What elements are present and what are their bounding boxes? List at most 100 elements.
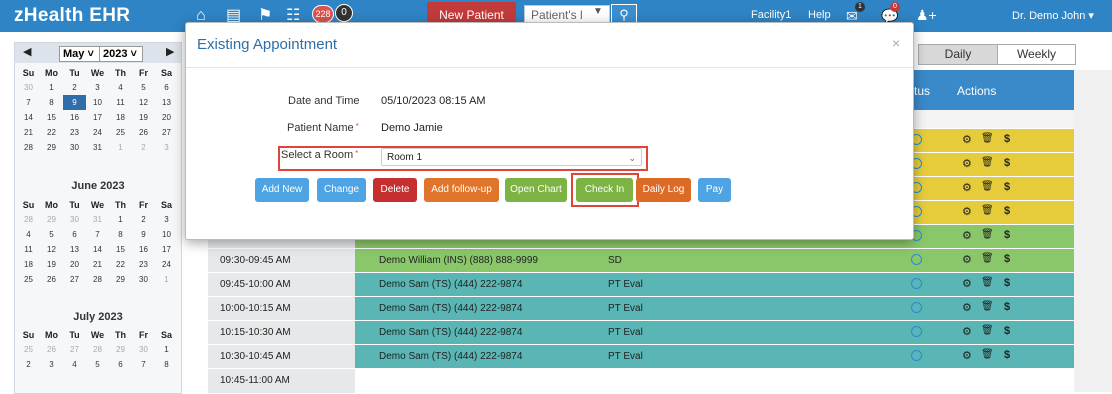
- open-chart-button[interactable]: Open Chart: [505, 178, 567, 202]
- calendar-day[interactable]: 26: [132, 125, 155, 140]
- calendar-day[interactable]: 24: [86, 125, 109, 140]
- schedule-row[interactable]: 10:00-10:15 AM Demo Sam (TS) (444) 222-98…: [208, 296, 1074, 321]
- calendar-day[interactable]: 9: [132, 227, 155, 242]
- calendar-day[interactable]: 1: [155, 272, 178, 287]
- daily-log-button[interactable]: Daily Log: [636, 178, 691, 202]
- calendar-day[interactable]: 1: [109, 140, 132, 155]
- calendar-day[interactable]: 28: [17, 212, 40, 227]
- dollar-icon[interactable]: $: [1004, 349, 1010, 361]
- time-slot[interactable]: 09:45-10:00 AM: [208, 273, 355, 297]
- trash-icon[interactable]: 🗑: [981, 253, 994, 264]
- calendar-day[interactable]: 4: [63, 357, 86, 372]
- trash-icon[interactable]: 🗑: [981, 133, 994, 144]
- check-in-button[interactable]: Check In: [576, 178, 633, 202]
- calendar-day[interactable]: 30: [132, 342, 155, 357]
- calendar-day[interactable]: 1: [109, 212, 132, 227]
- appointment-patient[interactable]: Demo Sam (TS) (444) 222-9874: [379, 321, 522, 345]
- chevron-down-icon[interactable]: ▼: [593, 6, 603, 17]
- calendar-day[interactable]: 21: [86, 257, 109, 272]
- calendar-day[interactable]: 6: [109, 357, 132, 372]
- calendar-day[interactable]: 27: [155, 125, 178, 140]
- time-slot[interactable]: 10:15-10:30 AM: [208, 321, 355, 345]
- daily-view-button[interactable]: Daily: [919, 45, 997, 64]
- calendar-day[interactable]: 25: [17, 342, 40, 357]
- calendar-day[interactable]: 26: [40, 272, 63, 287]
- pay-button[interactable]: Pay: [698, 178, 731, 202]
- room-select[interactable]: Room 1 ⌄: [381, 148, 642, 166]
- appointment-cell[interactable]: Demo Sam (TS) (444) 222-9874 PT Eval: [355, 321, 908, 345]
- calendar-day[interactable]: 13: [63, 242, 86, 257]
- time-slot[interactable]: 10:30-10:45 AM: [208, 345, 355, 369]
- appointment-cell[interactable]: [355, 369, 908, 393]
- user-menu[interactable]: Dr. Demo John ▾: [1012, 9, 1094, 22]
- trash-icon[interactable]: 🗑: [981, 205, 994, 216]
- status-circle-icon[interactable]: [911, 278, 922, 289]
- calendar-day[interactable]: 15: [40, 110, 63, 125]
- calendar-day[interactable]: 25: [17, 272, 40, 287]
- calendar-day[interactable]: 22: [109, 257, 132, 272]
- calendar-day[interactable]: 20: [155, 110, 178, 125]
- calendar-day[interactable]: 14: [86, 242, 109, 257]
- appointment-cell[interactable]: Demo Sam (TS) (444) 222-9874 PT Eval: [355, 297, 908, 321]
- notifications-badge[interactable]: 228: [312, 5, 334, 23]
- calendar-day[interactable]: 17: [155, 242, 178, 257]
- calendar-day[interactable]: 23: [63, 125, 86, 140]
- calendar-day[interactable]: 9: [63, 95, 86, 110]
- calendar-day[interactable]: 1: [155, 342, 178, 357]
- calendar-day[interactable]: 16: [132, 242, 155, 257]
- change-button[interactable]: Change: [317, 178, 366, 202]
- calendar-day[interactable]: 29: [40, 212, 63, 227]
- calendar-day[interactable]: 21: [17, 125, 40, 140]
- trash-icon[interactable]: 🗑: [981, 325, 994, 336]
- appointment-patient[interactable]: Demo Sam (TS) (444) 222-9874: [379, 273, 522, 297]
- next-month-icon[interactable]: ▶: [166, 45, 174, 58]
- calendar-day[interactable]: 3: [40, 357, 63, 372]
- trash-icon[interactable]: 🗑: [981, 301, 994, 312]
- calendar-day[interactable]: 12: [132, 95, 155, 110]
- gear-icon[interactable]: ⚙: [962, 133, 972, 146]
- tasks-badge[interactable]: 0: [335, 4, 353, 22]
- calendar-day[interactable]: 30: [17, 80, 40, 95]
- calendar-day[interactable]: 5: [40, 227, 63, 242]
- dollar-icon[interactable]: $: [1004, 253, 1010, 265]
- calendar-day[interactable]: 3: [155, 212, 178, 227]
- appointment-cell[interactable]: Demo William (INS) (888) 888-9999 SD: [355, 249, 908, 273]
- dollar-icon[interactable]: $: [1004, 157, 1010, 169]
- schedule-row[interactable]: 10:15-10:30 AM Demo Sam (TS) (444) 222-98…: [208, 320, 1074, 345]
- status-circle-icon[interactable]: [911, 326, 922, 337]
- gear-icon[interactable]: ⚙: [962, 325, 972, 338]
- month-select[interactable]: May ˅: [59, 46, 101, 62]
- gear-icon[interactable]: ⚙: [962, 205, 972, 218]
- calendar-day[interactable]: 27: [63, 342, 86, 357]
- dollar-icon[interactable]: $: [1004, 229, 1010, 241]
- trash-icon[interactable]: 🗑: [981, 229, 994, 240]
- appointment-patient[interactable]: Demo William (INS) (888) 888-9999: [379, 249, 538, 273]
- calendar-day[interactable]: 8: [155, 357, 178, 372]
- calendar-day[interactable]: 2: [63, 80, 86, 95]
- calendar-day[interactable]: 24: [155, 257, 178, 272]
- schedule-row[interactable]: 09:30-09:45 AM Demo William (INS) (888) 8…: [208, 248, 1074, 273]
- calendar-day[interactable]: 10: [86, 95, 109, 110]
- calendar-day[interactable]: 25: [109, 125, 132, 140]
- weekly-view-button[interactable]: Weekly: [997, 45, 1075, 64]
- time-slot[interactable]: 10:45-11:00 AM: [208, 369, 355, 393]
- calendar-day[interactable]: 8: [109, 227, 132, 242]
- calendar-day[interactable]: 6: [63, 227, 86, 242]
- calendar-day[interactable]: 30: [63, 140, 86, 155]
- calendar-day[interactable]: 26: [40, 342, 63, 357]
- calendar-day[interactable]: 31: [86, 140, 109, 155]
- calendar-day[interactable]: 12: [40, 242, 63, 257]
- calendar-day[interactable]: 29: [109, 272, 132, 287]
- dollar-icon[interactable]: $: [1004, 277, 1010, 289]
- calendar-day[interactable]: 29: [109, 342, 132, 357]
- calendar-day[interactable]: 2: [132, 212, 155, 227]
- calendar-day[interactable]: 22: [40, 125, 63, 140]
- appointment-patient[interactable]: Demo Sam (TS) (444) 222-9874: [379, 345, 522, 369]
- add-new-button[interactable]: Add New: [255, 178, 309, 202]
- dollar-icon[interactable]: $: [1004, 301, 1010, 313]
- calendar-day[interactable]: 8: [40, 95, 63, 110]
- calendar-day[interactable]: 17: [86, 110, 109, 125]
- time-slot[interactable]: 09:30-09:45 AM: [208, 249, 355, 273]
- calendar-day[interactable]: 27: [63, 272, 86, 287]
- status-circle-icon[interactable]: [911, 350, 922, 361]
